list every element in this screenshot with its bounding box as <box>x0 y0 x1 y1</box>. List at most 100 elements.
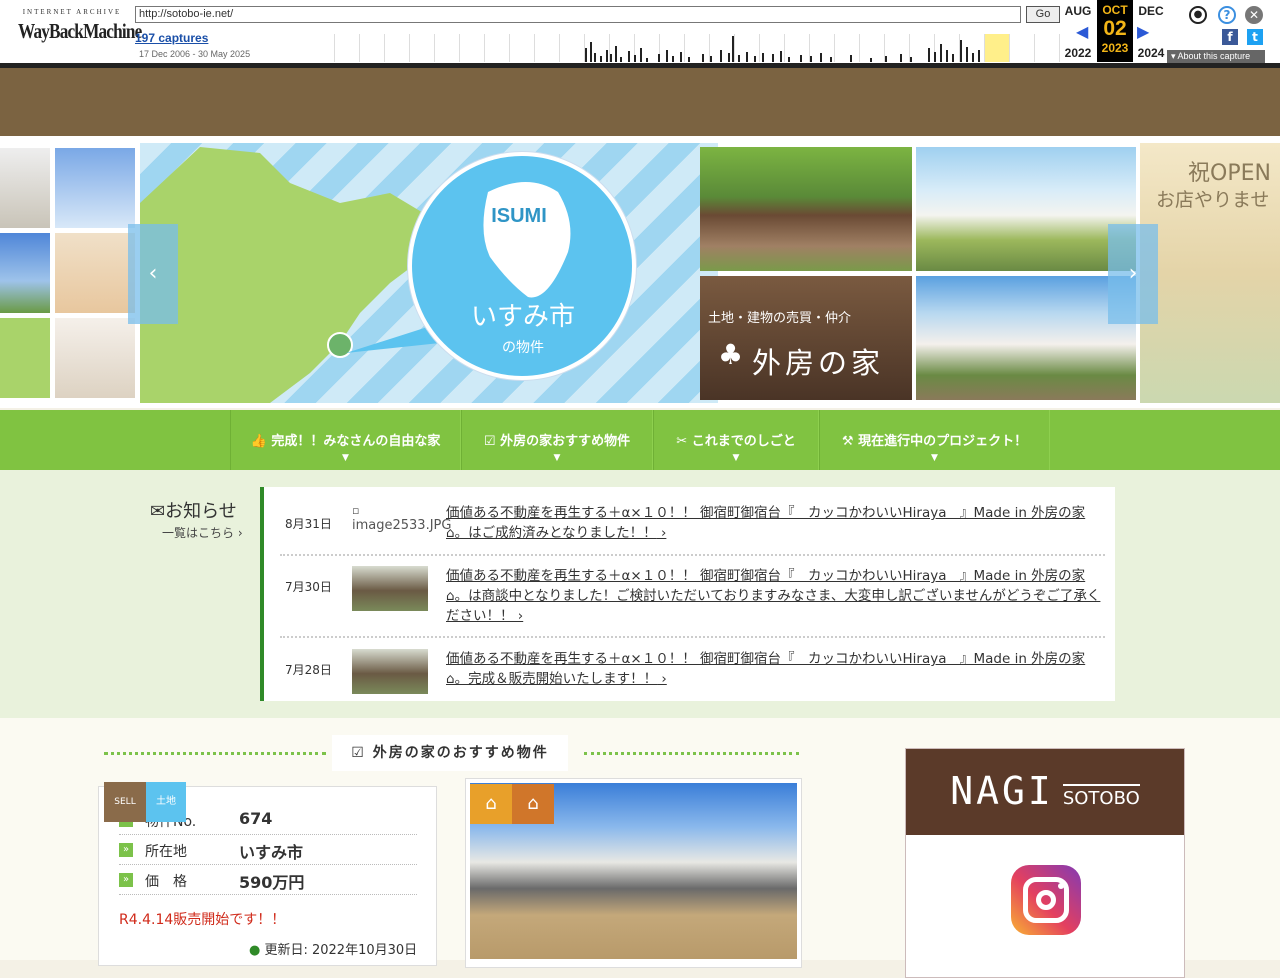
thumb-photo[interactable] <box>55 318 135 398</box>
renovation-icon: ⌂ <box>512 784 554 824</box>
go-button[interactable]: Go <box>1026 6 1060 23</box>
capture-bar <box>972 53 974 62</box>
nav-item-works[interactable]: ✂ これまでのしごと ▼ <box>653 410 819 470</box>
capture-bar <box>710 56 712 62</box>
main-content: ☑ 外房の家のおすすめ物件 » 物件No. 674 » 所在地 いすみ市 » 価… <box>0 718 1280 978</box>
capture-bar <box>810 56 812 62</box>
house-photo[interactable] <box>700 147 912 271</box>
capture-bar <box>788 57 790 62</box>
updated-date: ● 更新日: 2022年10月30日 <box>249 939 417 958</box>
check-circle-icon: ● <box>249 943 261 958</box>
thumb-photo[interactable] <box>0 148 50 228</box>
divider <box>584 752 799 755</box>
hammer-icon: ⚒ <box>841 434 854 449</box>
city-sub: の物件 <box>502 340 544 356</box>
news-thumb[interactable] <box>352 566 428 611</box>
slider-next-button[interactable]: › <box>1108 224 1158 324</box>
about-capture-label: About this capture <box>1177 51 1251 61</box>
checkbox-icon: ☑ <box>351 745 366 761</box>
news-thumb[interactable]: ▫ image2533.JPG <box>352 503 452 548</box>
capture-bar <box>850 55 852 62</box>
capture-bar <box>688 57 690 62</box>
close-icon[interactable]: ✕ <box>1245 6 1263 24</box>
url-input[interactable]: http://sotobo-ie.net/ <box>135 6 1021 23</box>
property-value: 590万円 <box>239 873 305 892</box>
capture-bar <box>634 55 636 62</box>
house-photo[interactable] <box>916 147 1136 271</box>
capture-bar <box>966 47 968 62</box>
checkbox-icon: ☑ <box>483 434 496 449</box>
brand-tagline: 土地・建物の売買・仲介 <box>708 311 852 326</box>
capture-bar <box>720 50 722 62</box>
hero-slider: ISUMI いすみ市 の物件 土地・建物の売買・仲介 ♣ 外房の家 祝OPEN … <box>0 136 1280 408</box>
news-link[interactable]: 価値ある不動産を再生する＋α×１０！！ 御宿町御宿台『 カッコかわいいHiray… <box>446 649 1102 689</box>
slider-prev-button[interactable]: ‹ <box>128 224 178 324</box>
wayback-logo[interactable]: INTERNET ARCHIVE WayBackMachine <box>18 8 142 54</box>
news-link[interactable]: 価値ある不動産を再生する＋α×１０！！ 御宿町御宿台『 カッコかわいいHiray… <box>446 566 1102 626</box>
user-icon[interactable]: ● <box>1189 6 1207 24</box>
capture-bar <box>628 51 630 62</box>
capture-bar <box>666 50 668 62</box>
thumb-photo[interactable] <box>55 233 135 313</box>
tree-icon: ♣ <box>718 338 744 371</box>
prev-capture-arrow-icon[interactable]: ◀ <box>1076 22 1088 41</box>
news-thumb[interactable] <box>352 649 428 694</box>
capture-highlight <box>985 34 1009 62</box>
news-date: 7月28日 <box>285 663 332 677</box>
thumb-photo[interactable] <box>55 148 135 228</box>
nagi-logo: NAGI SOTOBO <box>906 749 1184 835</box>
capture-bar <box>658 54 660 62</box>
property-key: 所在地 <box>145 844 187 860</box>
thumb-photo[interactable] <box>0 233 50 313</box>
nav-item-label: これまでのしごと <box>691 434 796 449</box>
help-icon[interactable]: ? <box>1218 6 1236 24</box>
instagram-icon[interactable] <box>1011 865 1081 935</box>
nagi-banner[interactable]: NAGI SOTOBO <box>905 748 1185 978</box>
capture-histogram[interactable] <box>310 34 1060 62</box>
open-banner[interactable]: 祝OPEN お店やりませ <box>1140 143 1280 403</box>
thumb-photo[interactable] <box>0 318 50 398</box>
cur-day: 02 <box>1103 17 1127 40</box>
facebook-icon[interactable]: f <box>1222 29 1238 45</box>
nav-item-completed[interactable]: 👍 完成！！みなさんの自由な家 ▼ <box>230 410 461 470</box>
twitter-icon[interactable]: t <box>1247 29 1263 45</box>
capture-bar <box>615 46 617 62</box>
capture-bar <box>620 57 622 62</box>
wayback-logo-main: WayBackMachine <box>18 19 142 43</box>
captures-link[interactable]: 197 captures <box>135 31 208 45</box>
chevron-down-icon: ▼ <box>553 453 561 463</box>
news-date: 7月30日 <box>285 580 332 594</box>
capture-bar <box>728 53 730 62</box>
capture-bar <box>610 54 612 62</box>
capture-bar <box>680 52 682 62</box>
about-capture-button[interactable]: ▾ About this capture <box>1167 50 1265 63</box>
nav-item-projects[interactable]: ⚒ 現在進行中のプロジェクト！ ▼ <box>819 410 1050 470</box>
nav-item-label: 現在進行中のプロジェクト！ <box>858 434 1028 449</box>
news-title-text: お知らせ <box>165 501 237 522</box>
chevron-down-icon: ▼ <box>342 453 349 463</box>
news-list: 8月31日 ▫ image2533.JPG 価値ある不動産を再生する＋α×１０！！… <box>260 487 1115 701</box>
tools-icon: ✂ <box>676 434 688 449</box>
sell-badge-text: SELL <box>114 797 136 807</box>
wayback-toolbar: INTERNET ARCHIVE WayBackMachine http://s… <box>0 0 1280 68</box>
prev-month-label[interactable]: AUG <box>1060 4 1096 18</box>
capture-bar <box>600 56 602 62</box>
open-banner-sub: お店やりませ <box>1156 189 1270 211</box>
prev-year-label[interactable]: 2022 <box>1060 46 1096 60</box>
capture-bar <box>960 40 962 62</box>
brand-name: 外房の家 <box>752 346 885 380</box>
house-photo[interactable] <box>916 276 1136 400</box>
next-month-label[interactable]: DEC <box>1133 4 1169 18</box>
capture-bar <box>738 55 740 62</box>
news-link[interactable]: 価値ある不動産を再生する＋α×１０！！ 御宿町御宿台『 カッコかわいいHiray… <box>446 503 1102 543</box>
news-list-link[interactable]: 一覧はこちら › <box>162 524 243 541</box>
property-row: » 所在地 いすみ市 <box>119 835 417 865</box>
recommend-section-header: ☑ 外房の家のおすすめ物件 <box>104 735 799 771</box>
nav-item-recommend[interactable]: ☑ 外房の家おすすめ物件 ▼ <box>461 410 653 470</box>
capture-bar <box>772 54 774 62</box>
updated-date-text: 更新日: 2022年10月30日 <box>264 943 418 958</box>
capture-bar <box>952 54 954 62</box>
next-capture-arrow-icon[interactable]: ▶ <box>1137 22 1149 41</box>
capture-bar <box>870 58 872 62</box>
next-year-label[interactable]: 2024 <box>1133 46 1169 60</box>
